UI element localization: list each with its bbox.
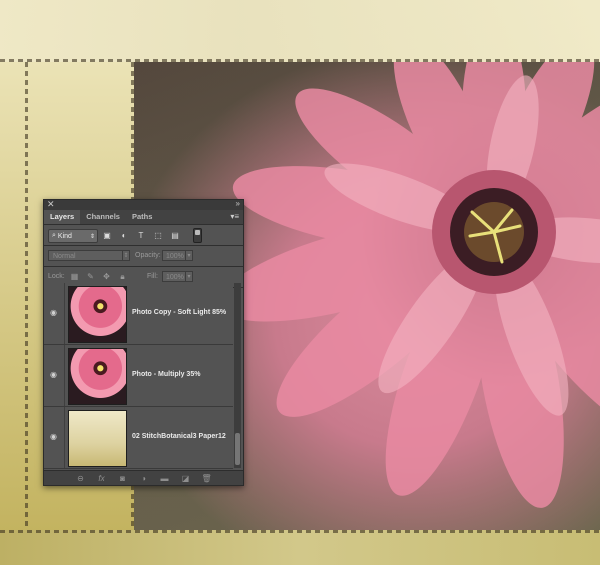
filter-kind-label: Kind <box>57 232 72 240</box>
trash-icon[interactable]: 🗑︎ <box>202 474 212 483</box>
fx-icon[interactable]: fx <box>97 474 107 483</box>
collapse-icon[interactable]: » <box>236 199 240 208</box>
layer-name[interactable]: Photo - Multiply 35% <box>132 371 200 378</box>
adjustment-layer-icon[interactable]: ◑ <box>139 474 149 483</box>
filter-row: ⌕ Kind ⇕ ▣ ◐ T ⬚ ▤ <box>44 225 243 245</box>
shape-filter-icon[interactable]: ⬚ <box>153 230 163 240</box>
scrollbar-thumb[interactable] <box>235 433 240 465</box>
fill-label: Fill: <box>147 273 158 280</box>
filter-kind-select[interactable]: ⌕ Kind ⇕ <box>48 229 98 243</box>
stitch-line <box>0 530 600 533</box>
link-layers-icon[interactable]: ⊖ <box>76 474 86 483</box>
filter-icons: ▣ ◐ T ⬚ ▤ <box>102 230 180 240</box>
stitch-line <box>0 59 600 62</box>
lock-position-icon[interactable]: ✥ <box>102 272 111 281</box>
tab-channels[interactable]: Channels <box>80 210 126 224</box>
tab-paths[interactable]: Paths <box>126 210 158 224</box>
tab-layers[interactable]: Layers <box>44 210 81 224</box>
layers-scrollbar[interactable] <box>234 283 241 468</box>
layer-thumbnail <box>68 348 127 405</box>
blend-row: Normal ⇕ Opacity: 100% ▾ <box>44 246 243 266</box>
botanical-paper-top <box>0 0 600 62</box>
layer-thumbnail <box>68 286 127 343</box>
lock-transparent-icon[interactable]: ▦ <box>70 272 79 281</box>
lock-all-icon[interactable]: 🔒︎ <box>118 272 127 281</box>
group-folder-icon[interactable]: ▬ <box>160 474 170 483</box>
new-layer-icon[interactable]: ◪ <box>181 474 191 483</box>
layers-list: ◉ Photo Copy - Soft Light 85% ◉ Photo - … <box>44 283 233 469</box>
chevron-down-icon[interactable]: ⇕ <box>122 250 130 261</box>
layer-thumbnail <box>68 410 127 467</box>
panel-tabs: Layers Channels Paths ▾≡ <box>44 210 243 225</box>
filter-toggle[interactable] <box>193 228 202 243</box>
close-icon[interactable]: ✕ <box>47 199 55 210</box>
lock-brush-icon[interactable]: ✎ <box>86 272 95 281</box>
botanical-paper-bottom <box>0 530 600 565</box>
eye-icon[interactable]: ◉ <box>50 370 60 379</box>
layers-panel: ✕ » Layers Channels Paths ▾≡ ⌕ Kind ⇕ ▣ … <box>43 199 244 486</box>
search-icon: ⌕ <box>52 232 56 239</box>
blend-mode-select[interactable]: Normal <box>48 250 128 261</box>
layer-name[interactable]: Photo Copy - Soft Light 85% <box>132 309 226 316</box>
lock-label: Lock: <box>48 273 65 280</box>
adjustment-filter-icon[interactable]: ◐ <box>119 230 129 240</box>
fill-dropdown-icon[interactable]: ▾ <box>185 271 193 282</box>
opacity-dropdown-icon[interactable]: ▾ <box>185 250 193 261</box>
opacity-label: Opacity: <box>135 252 161 259</box>
panel-footer: ⊖ fx ◙ ◑ ▬ ◪ 🗑︎ <box>44 470 243 485</box>
layer-row[interactable]: ◉ Photo Copy - Soft Light 85% <box>44 283 233 345</box>
panel-titlebar[interactable]: ✕ » <box>44 199 243 210</box>
eye-icon[interactable]: ◉ <box>50 308 60 317</box>
panel-menu-icon[interactable]: ▾≡ <box>230 212 239 221</box>
layer-name[interactable]: 02 StitchBotanical3 Paper12 <box>132 433 226 440</box>
type-filter-icon[interactable]: T <box>136 230 146 240</box>
layer-row[interactable]: ◉ Photo - Multiply 35% <box>44 345 233 407</box>
mask-icon[interactable]: ◙ <box>118 474 128 483</box>
eye-icon[interactable]: ◉ <box>50 432 60 441</box>
image-filter-icon[interactable]: ▣ <box>102 230 112 240</box>
lock-icons: ▦ ✎ ✥ 🔒︎ <box>70 272 127 282</box>
chevron-down-icon: ⇕ <box>89 233 95 240</box>
stitch-line <box>25 62 28 530</box>
smart-object-filter-icon[interactable]: ▤ <box>170 230 180 240</box>
layer-row[interactable]: ◉ 02 StitchBotanical3 Paper12 <box>44 407 233 469</box>
